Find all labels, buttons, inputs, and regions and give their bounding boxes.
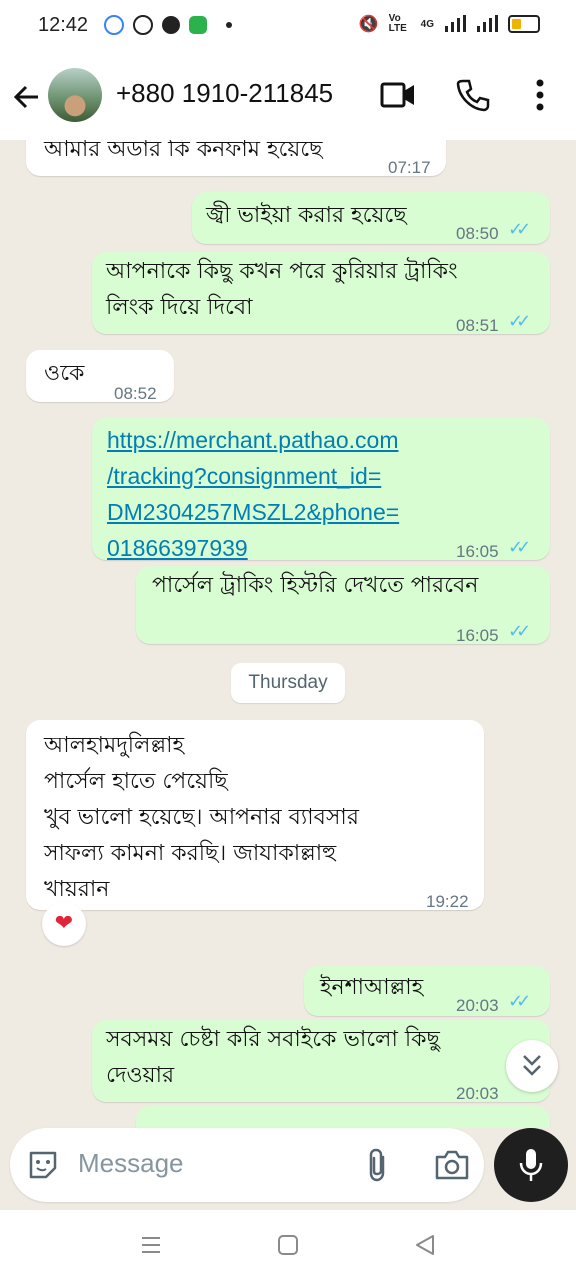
message-outgoing[interactable]: ইনশাআল্লাহ 20:03 ✓✓ [304,966,550,1016]
message-time: 08:52 [114,384,157,403]
message-time: 20:03 [456,996,499,1015]
contact-name[interactable]: +880 1910-211845 [116,78,333,109]
chat-area[interactable]: আমার অডার কি কনফাম হয়েছে 07:17 জ্বী ভাই… [0,140,576,1128]
mute-icon: 🔇 [358,16,379,33]
dot-icon [226,22,232,28]
messages-app-icon [189,16,207,34]
double-chevron-down-icon [523,1055,541,1076]
signal-2-icon [477,15,498,32]
read-ticks-icon: ✓✓ [508,621,531,642]
attach-icon[interactable] [366,1147,390,1183]
scroll-to-bottom-button[interactable] [506,1040,558,1092]
home-icon[interactable] [277,1234,299,1256]
read-ticks-icon: ✓✓ [508,537,531,558]
read-ticks-icon: ✓✓ [508,219,531,240]
message-text: ওকে [44,361,85,386]
back-nav-icon[interactable] [414,1234,436,1256]
network-label: 4G [420,18,434,30]
back-arrow-icon[interactable] [12,82,42,112]
more-vertical-icon[interactable] [535,78,545,112]
message-outgoing[interactable]: পার্সেল ট্রাকিং হিস্টরি দেখতে পারবেন 16:… [136,566,550,645]
status-time: 12:42 [38,14,89,36]
video-call-icon[interactable] [380,78,416,112]
message-incoming[interactable]: আমার অডার কি কনফাম হয়েছে 07:17 [26,140,446,177]
message-text: আপনাকে কিছু কখন পরে কুরিয়ার ট্রাকিং লিং… [106,259,458,320]
volte-label: Vo LTE [388,13,407,34]
camera-icon[interactable] [434,1149,470,1181]
mic-button[interactable] [494,1128,568,1202]
notification-icons [104,15,232,35]
message-input-bar: Message [10,1128,484,1202]
signal-icon [445,15,466,32]
chat-header: +880 1910-211845 [0,52,576,140]
message-time: 07:17 [388,158,431,177]
message-outgoing-partial[interactable] [136,1106,550,1128]
heart-reaction-icon[interactable]: ❤ [42,902,86,946]
tracking-link[interactable]: https://merchant.pathao.com /tracking?co… [107,422,399,566]
message-text: জ্বী ভাইয়া করার হয়েছে [206,203,407,228]
message-text: ইনশাআল্লাহ [320,975,424,1000]
message-time: 16:05 [456,626,499,645]
message-text: আমার অডার কি কনফাম হয়েছে [44,140,323,162]
avatar[interactable] [48,68,102,122]
messenger-icon [162,16,180,34]
battery-icon [508,15,540,33]
message-incoming[interactable]: ওকে 08:52 [26,350,174,403]
message-input[interactable]: Message [78,1148,184,1179]
message-outgoing[interactable]: আপনাকে কিছু কখন পরে কুরিয়ার ট্রাকিং লিং… [92,252,550,335]
recent-apps-icon[interactable] [140,1234,162,1256]
message-outgoing[interactable]: জ্বী ভাইয়া করার হয়েছে 08:50 ✓✓ [192,192,550,244]
read-ticks-icon: ✓✓ [508,991,531,1012]
day-divider: Thursday [231,663,345,703]
message-outgoing[interactable]: সবসময় চেষ্টা করি সবাইকে ভালো কিছু দেওয়… [92,1020,550,1103]
phone-icon[interactable] [456,78,490,112]
message-time: 08:51 [456,316,499,335]
message-text: পার্সেল ট্রাকিং হিস্টরি দেখতে পারবেন [152,573,479,598]
microphone-icon [519,1149,543,1181]
status-bar: 12:42 🔇 Vo LTE 4G [0,0,576,52]
read-ticks-icon: ✓✓ [508,311,531,332]
sync-icon [133,15,153,35]
system-nav-bar [0,1210,576,1280]
message-time: 19:22 [426,892,469,911]
message-text: আলহামদুলিল্লাহ পার্সেল হাতে পেয়েছি খুব … [44,733,359,902]
messenger-bubble-icon [104,15,124,35]
message-incoming[interactable]: আলহামদুলিল্লাহ পার্সেল হাতে পেয়েছি খুব … [26,720,484,911]
message-text: সবসময় চেষ্টা করি সবাইকে ভালো কিছু দেওয়… [106,1027,440,1088]
sticker-icon[interactable] [26,1148,60,1182]
message-time: 16:05 [456,542,499,561]
message-outgoing-link[interactable]: https://merchant.pathao.com /tracking?co… [92,418,550,561]
status-right: 🔇 Vo LTE 4G [359,14,540,34]
message-time: 08:50 [456,224,499,243]
